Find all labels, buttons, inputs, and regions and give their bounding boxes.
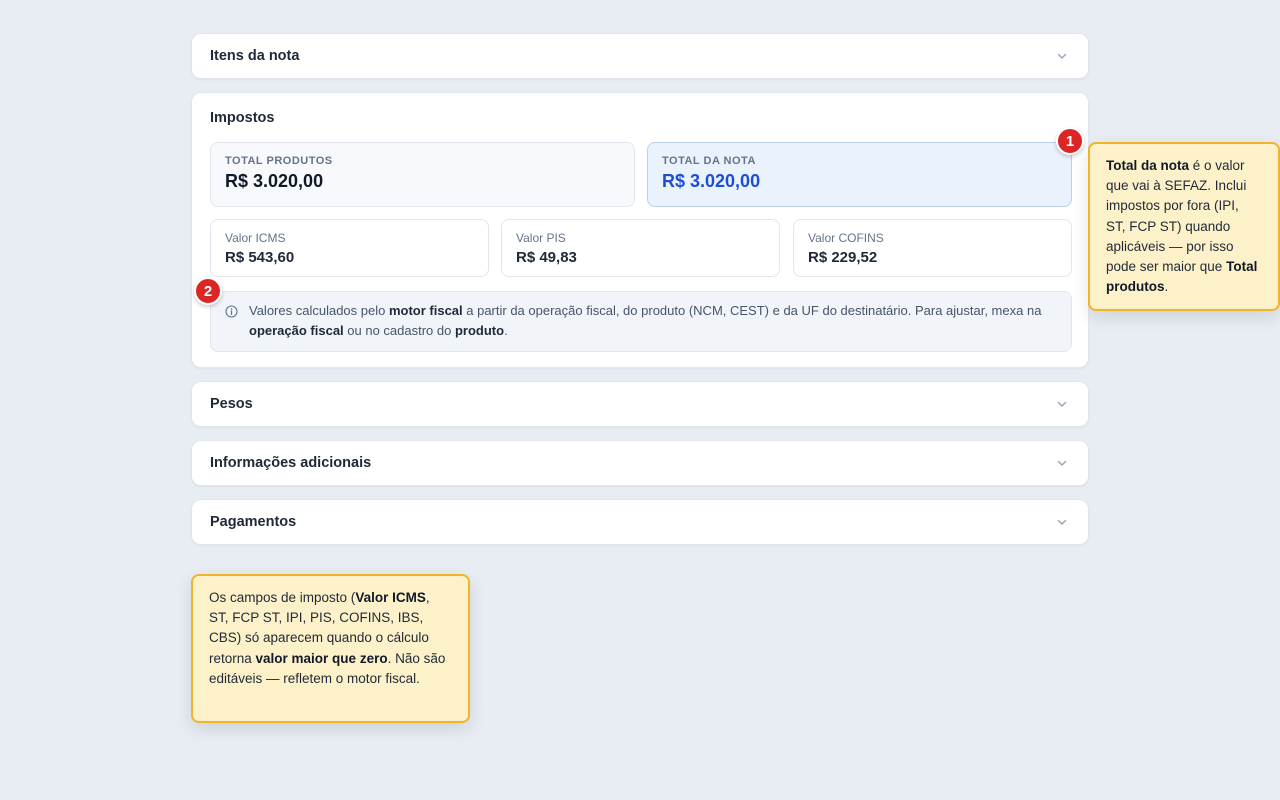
total-nota-label: TOTAL DA NOTA — [662, 155, 756, 167]
valor-icms-value: R$ 543,60 — [225, 249, 295, 266]
note-text-bold: Valor ICMS — [355, 590, 426, 605]
info-icon — [225, 304, 238, 318]
valor-pis-box: Valor PIS R$ 49,83 — [501, 219, 780, 277]
info-text-part: Valores calculados pelo — [249, 303, 389, 318]
info-text: Valores calculados pelo motor fiscal a p… — [249, 303, 1041, 338]
info-text-bold: operação fiscal — [249, 323, 344, 338]
note-text-part: . — [1164, 279, 1169, 295]
section-impostos: Impostos TOTAL PRODUTOS R$ 3.020,00 TOTA… — [191, 92, 1089, 368]
valor-cofins-label: Valor COFINS — [808, 231, 884, 245]
section-title: Informações adicionais — [210, 455, 372, 471]
annotation-badge-1: 1 — [1056, 127, 1084, 155]
note-text-part: Os campos de imposto ( — [209, 590, 356, 605]
valor-icms-box: Valor ICMS R$ 543,60 — [210, 219, 489, 277]
valor-pis-label: Valor PIS — [516, 231, 566, 245]
info-text-bold: motor fiscal — [388, 303, 463, 318]
info-text-part: ou no cadastro do — [343, 323, 455, 338]
valor-pis-value: R$ 49,83 — [516, 249, 577, 266]
total-nota-box: TOTAL DA NOTA R$ 3.020,00 — [647, 142, 1072, 207]
chevron-down-icon[interactable] — [1054, 455, 1070, 471]
section-itens-da-nota[interactable]: Itens da nota — [191, 33, 1089, 79]
annotation-badge-2: 2 — [194, 277, 222, 305]
info-text-bold: produto — [454, 323, 505, 338]
total-produtos-label: TOTAL PRODUTOS — [225, 155, 333, 167]
total-produtos-value: R$ 3.020,00 — [225, 171, 324, 191]
annotation-note-total-nota: Total da nota é o valor que vai à SEFAZ.… — [1088, 142, 1280, 311]
valor-icms-label: Valor ICMS — [225, 231, 286, 245]
chevron-down-icon[interactable] — [1054, 514, 1070, 530]
info-text-part: . — [504, 323, 508, 338]
info-message: Valores calculados pelo motor fiscal a p… — [210, 291, 1072, 352]
valor-cofins-box: Valor COFINS R$ 229,52 — [793, 219, 1072, 277]
total-nota-value: R$ 3.020,00 — [662, 171, 761, 191]
section-title: Itens da nota — [210, 48, 300, 64]
note-text-bold: Total da nota — [1106, 158, 1189, 173]
total-produtos-box: TOTAL PRODUTOS R$ 3.020,00 — [210, 142, 635, 207]
section-pagamentos[interactable]: Pagamentos — [191, 499, 1089, 545]
info-text-part: a partir da operação fiscal, do produto … — [462, 303, 1042, 318]
note-text-part: é o valor que vai à SEFAZ. Inclui impost… — [1106, 158, 1247, 275]
chevron-down-icon[interactable] — [1054, 396, 1070, 412]
section-pesos[interactable]: Pesos — [191, 381, 1089, 427]
section-title: Pagamentos — [210, 514, 297, 530]
section-title: Pesos — [210, 396, 253, 412]
section-informacoes-adicionais[interactable]: Informações adicionais — [191, 440, 1089, 486]
valor-cofins-value: R$ 229,52 — [808, 249, 878, 266]
annotation-note-campos-imposto: Os campos de imposto (Valor ICMS, ST, FC… — [191, 574, 470, 723]
section-title: Impostos — [210, 110, 275, 126]
note-text-bold: valor maior que zero — [255, 650, 388, 666]
chevron-down-icon[interactable] — [1054, 48, 1070, 64]
